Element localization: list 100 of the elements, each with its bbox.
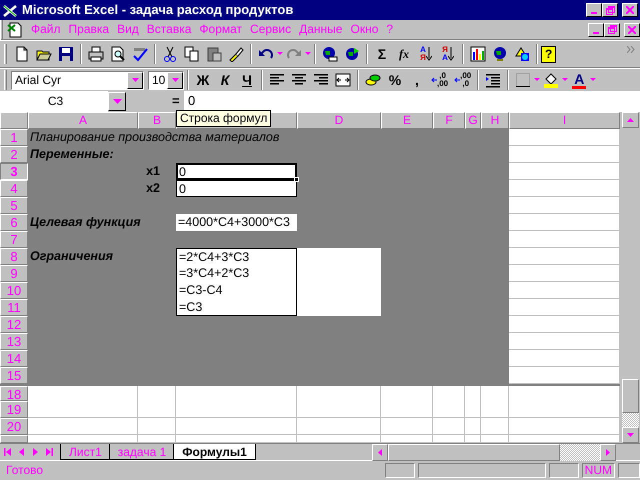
- merge-center-icon[interactable]: [335, 72, 351, 88]
- comma-button[interactable]: ,: [406, 70, 428, 90]
- row-header[interactable]: 3: [0, 163, 28, 180]
- font-combo[interactable]: Arial Cyr: [11, 70, 144, 90]
- menu-item[interactable]: Сервис: [246, 22, 296, 37]
- select-all-corner[interactable]: [0, 112, 28, 129]
- font-size-combo[interactable]: 10: [148, 70, 184, 90]
- row-header[interactable]: 19: [0, 401, 28, 418]
- save-icon[interactable]: [58, 46, 74, 62]
- row-header[interactable]: 13: [0, 333, 28, 350]
- cell-text: Переменные:: [29, 147, 114, 161]
- printer-icon[interactable]: [88, 46, 104, 62]
- column-header[interactable]: I: [509, 112, 620, 129]
- fill-color-icon[interactable]: [543, 72, 560, 88]
- sheet-tab[interactable]: задача 1: [108, 444, 176, 460]
- arrow-icon: [378, 449, 382, 456]
- name-box[interactable]: C3: [0, 91, 108, 112]
- drawing-shapes-icon[interactable]: [514, 46, 530, 62]
- scroll-track[interactable]: [560, 444, 600, 461]
- scroll-left-button[interactable]: [372, 444, 388, 461]
- name-box-dropdown[interactable]: [108, 92, 126, 111]
- column-header[interactable]: G: [465, 112, 481, 129]
- increase-decimal-button[interactable]: ,0 ,00: [428, 70, 452, 90]
- brush-icon[interactable]: [228, 46, 244, 62]
- menu-item[interactable]: Правка: [64, 22, 114, 37]
- cell-value[interactable]: 0: [177, 164, 296, 179]
- menu-item[interactable]: Формат: [195, 22, 246, 37]
- scroll-up-button[interactable]: [622, 112, 639, 128]
- restore-button[interactable]: [602, 3, 618, 17]
- cell-value[interactable]: 0: [177, 181, 296, 196]
- coins-icon[interactable]: [365, 72, 381, 88]
- scissors-icon[interactable]: [162, 46, 178, 62]
- menu-item[interactable]: Вставка: [142, 22, 196, 37]
- restore-button[interactable]: [604, 22, 620, 36]
- row-header[interactable]: 2: [0, 146, 28, 163]
- row-header[interactable]: 20: [0, 418, 28, 435]
- formula-field[interactable]: 0: [184, 91, 640, 112]
- scroll-thumb[interactable]: [388, 444, 560, 461]
- column-header[interactable]: Строка формул: [176, 112, 297, 129]
- close-button[interactable]: [622, 3, 638, 17]
- row-header[interactable]: 18: [0, 386, 28, 401]
- row-header[interactable]: 12: [0, 316, 28, 333]
- column-header[interactable]: H: [481, 112, 509, 129]
- percent-button[interactable]: %: [384, 70, 406, 90]
- decrease-decimal-button[interactable]: ,00 ,0: [451, 70, 474, 90]
- row-header[interactable]: 9: [0, 265, 28, 282]
- sheet-tab[interactable]: Формулы1: [173, 444, 256, 460]
- close-button[interactable]: [624, 22, 640, 36]
- borders-icon[interactable]: [515, 72, 532, 88]
- menu-item[interactable]: Файл: [27, 22, 65, 37]
- paste-icon[interactable]: [206, 46, 222, 62]
- font-color-button[interactable]: A: [568, 70, 590, 90]
- scroll-down-button[interactable]: [622, 427, 639, 443]
- row-header[interactable]: 7: [0, 231, 28, 248]
- bar-chart-icon[interactable]: [470, 46, 486, 62]
- print-preview-icon[interactable]: [110, 46, 126, 62]
- scroll-right-button[interactable]: [600, 444, 616, 461]
- autosum-button[interactable]: Σ: [371, 44, 393, 64]
- row-header[interactable]: [0, 435, 28, 443]
- column-header[interactable]: D: [297, 112, 381, 129]
- column-header[interactable]: F: [433, 112, 465, 129]
- indent-icon[interactable]: [485, 72, 502, 88]
- row-header[interactable]: 10: [0, 282, 28, 299]
- column-header[interactable]: B: [138, 112, 176, 129]
- row-header[interactable]: 14: [0, 350, 28, 367]
- scroll-track[interactable]: [622, 413, 639, 427]
- function-button[interactable]: fx: [393, 44, 415, 64]
- new-file-icon[interactable]: [14, 46, 30, 62]
- spelling-check-icon[interactable]: [132, 46, 148, 62]
- sort-descending-button[interactable]: Я А: [437, 44, 459, 64]
- row-header[interactable]: 11: [0, 299, 28, 316]
- menu-item[interactable]: Окно: [346, 22, 382, 37]
- row-header[interactable]: 6: [0, 214, 28, 231]
- underline-button[interactable]: Ч: [236, 70, 258, 90]
- dropdown-button[interactable]: [167, 72, 183, 88]
- copy-icon[interactable]: [184, 46, 200, 62]
- row-header[interactable]: 5: [0, 197, 28, 214]
- scroll-thumb[interactable]: [622, 379, 639, 413]
- column-header[interactable]: A: [28, 112, 138, 129]
- italic-button[interactable]: К: [214, 70, 236, 90]
- sheet-tab[interactable]: Лист1: [60, 444, 111, 460]
- sort-ascending-button[interactable]: А Я: [415, 44, 437, 64]
- dropdown-button[interactable]: [127, 72, 143, 88]
- fill-handle[interactable]: [294, 177, 299, 182]
- row-header[interactable]: 8: [0, 248, 28, 265]
- menu-item[interactable]: ?: [382, 22, 398, 37]
- globe-link-icon[interactable]: [322, 46, 338, 62]
- minimize-button[interactable]: [586, 3, 602, 17]
- bold-button[interactable]: Ж: [192, 70, 214, 90]
- menu-item[interactable]: Данные: [295, 22, 346, 37]
- row-header[interactable]: 4: [0, 180, 28, 197]
- minimize-button[interactable]: [588, 22, 604, 36]
- row-header[interactable]: 15: [0, 367, 28, 384]
- globe-map-icon[interactable]: [492, 46, 508, 62]
- menu-item[interactable]: Вид: [113, 22, 143, 37]
- row-header[interactable]: 1: [0, 129, 28, 146]
- document-icon[interactable]: [7, 22, 23, 38]
- help-button[interactable]: ?: [541, 46, 556, 62]
- cell-value: =C3-C4: [178, 282, 224, 299]
- column-header[interactable]: E: [381, 112, 433, 129]
